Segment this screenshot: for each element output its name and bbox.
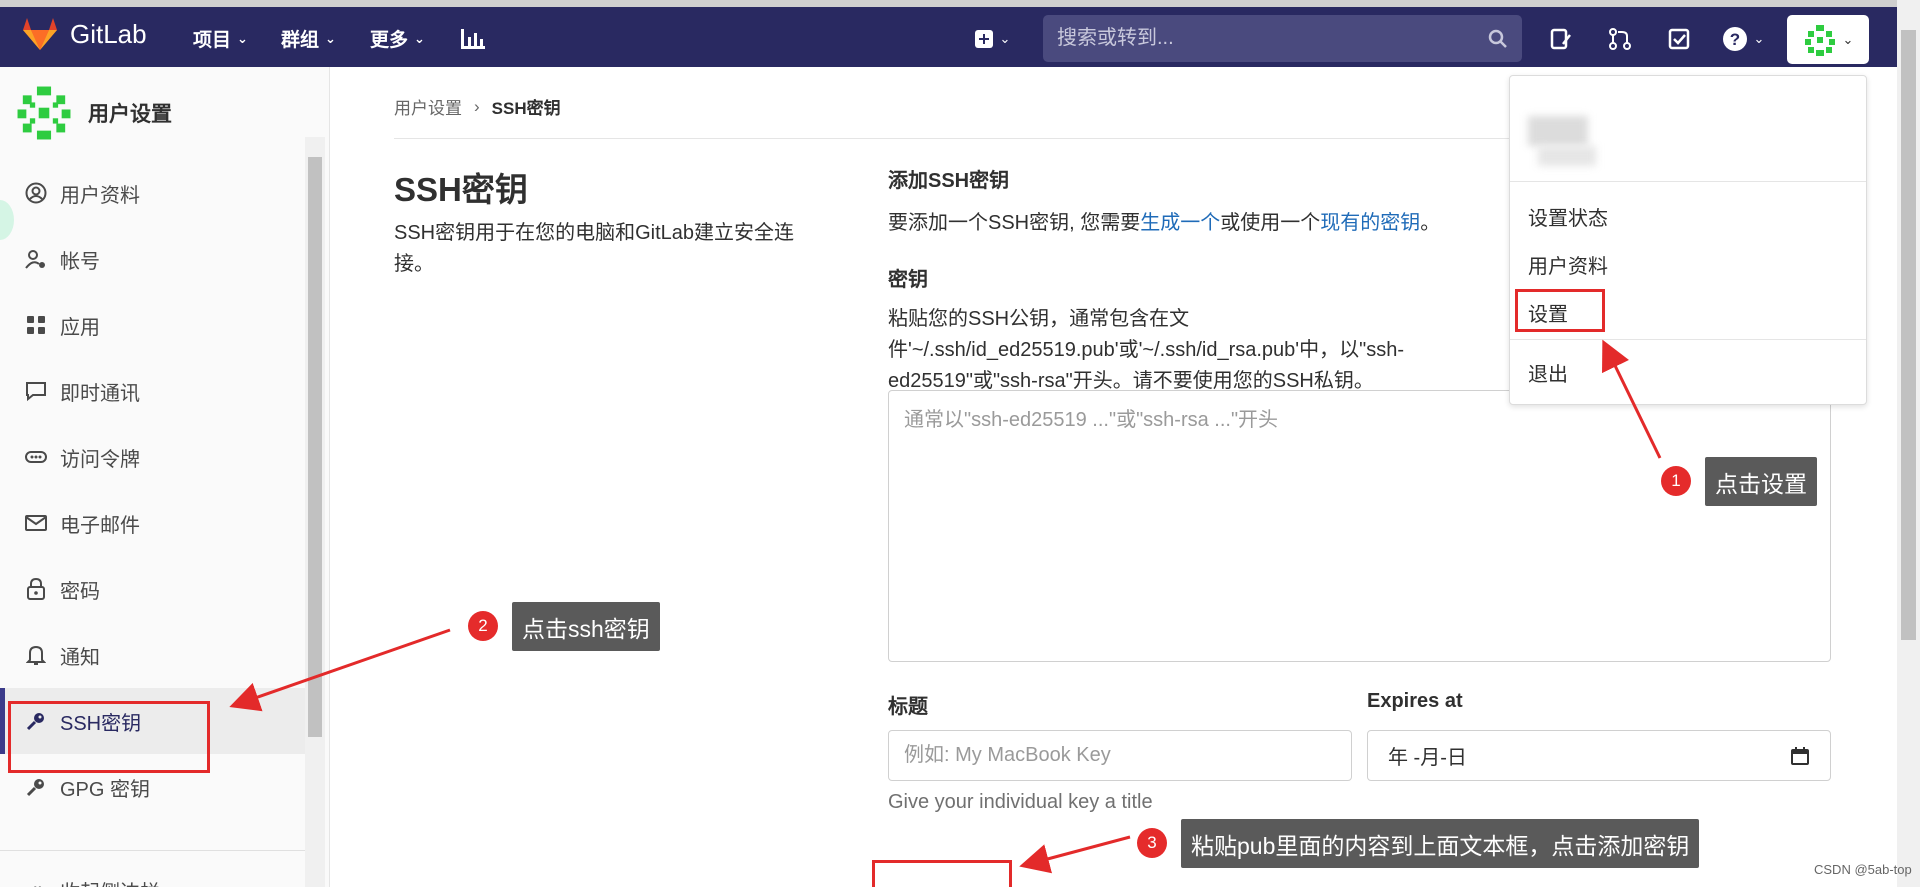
step-1-callout: 点击设置 (1705, 457, 1817, 506)
arrow-2 (229, 628, 451, 712)
arrow-1 (1602, 339, 1662, 459)
step-2-number: 2 (468, 611, 498, 641)
watermark: CSDN @5ab-top (1814, 862, 1912, 877)
arrow-3 (1019, 835, 1131, 874)
step-2-callout: 点击ssh密钥 (512, 602, 660, 651)
page: GitLab 项目 ⌄ 群组 ⌄ 更多 ⌄ ⌄ 搜索或转到... ? ⌄ ⌄ 用… (0, 0, 1920, 887)
step-3-callout: 粘贴pub里面的内容到上面文本框，点击添加密钥 (1181, 819, 1700, 868)
step-3-number: 3 (1137, 828, 1167, 858)
annotation-arrows (229, 339, 1662, 874)
step-1-number: 1 (1661, 466, 1691, 496)
